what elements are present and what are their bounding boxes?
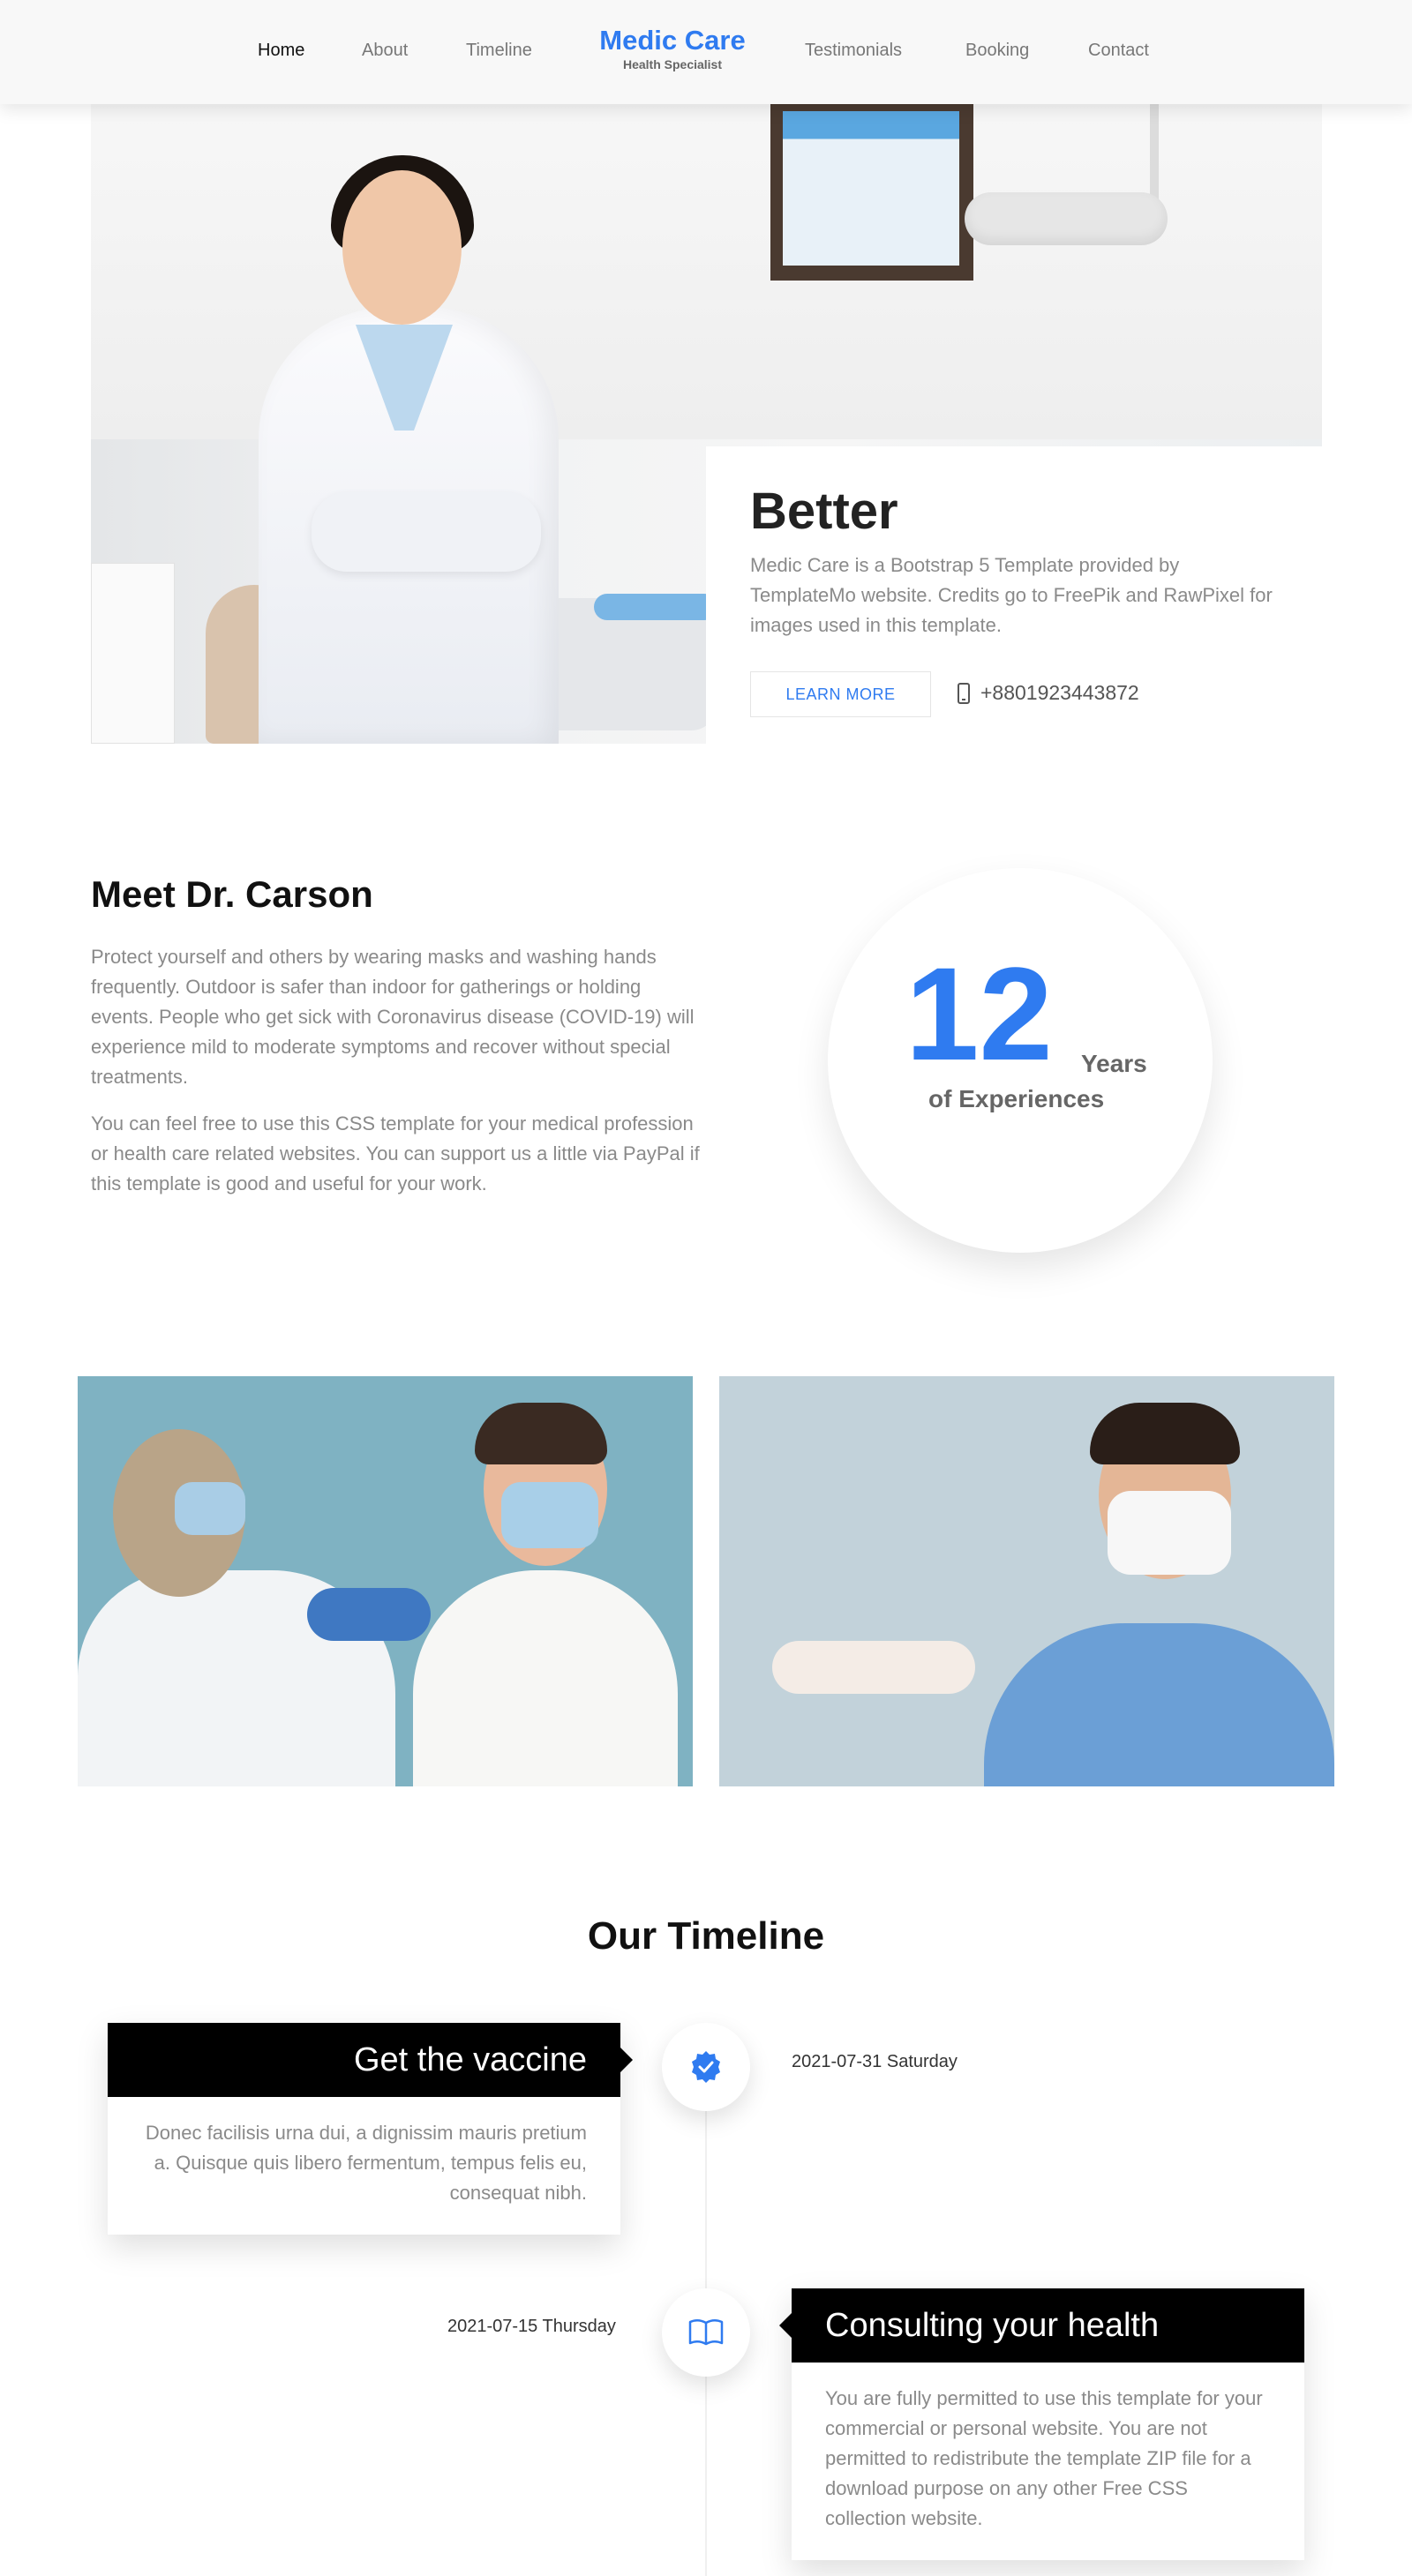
timeline-card-title: Consulting your health (779, 2288, 1304, 2363)
nav-link-testimonials[interactable]: Testimonials (805, 41, 902, 61)
nav-link-timeline[interactable]: Timeline (466, 41, 532, 61)
phone-number: +8801923443872 (980, 681, 1139, 704)
timeline-title: Our Timeline (587, 1914, 825, 1958)
timeline-card-text: Donec facilisis urna dui, a dignissim ma… (145, 2122, 587, 2204)
about-paragraph: Protect yourself and others by wearing m… (91, 946, 695, 1088)
learn-more-button[interactable]: LEARN MORE (750, 671, 931, 717)
navbar: Home About Timeline Medic Care Health Sp… (0, 0, 1412, 104)
timeline-card-text: You are fully permitted to use this temp… (825, 2387, 1263, 2529)
hero-card: Better Medic Care is a Bootstrap 5 Templ… (706, 446, 1322, 744)
about-paragraph: You can feel free to use this CSS templa… (91, 1112, 700, 1194)
phone-link[interactable]: +8801923443872 (958, 681, 1139, 705)
nav-link-about[interactable]: About (362, 41, 408, 61)
about-title: Meet Dr. Carson (91, 873, 373, 915)
nav-link-contact[interactable]: Contact (1088, 41, 1149, 61)
timeline-card: Get the vaccine Donec facilisis urna dui… (108, 2023, 633, 2235)
vaccination-photo (78, 1376, 693, 1786)
experience-label: of Experiences (928, 1085, 1105, 1112)
brand-name: Medic Care (599, 25, 746, 56)
nurse-photo (719, 1376, 1334, 1786)
nav-link-booking[interactable]: Booking (965, 41, 1029, 61)
timeline-date: 2021-07-31 Saturday (792, 2052, 958, 2071)
phone-icon (958, 682, 970, 704)
hero-description: Medic Care is a Bootstrap 5 Template pro… (750, 554, 1273, 636)
timeline-card-title: Get the vaccine (108, 2023, 633, 2097)
open-book-icon (662, 2288, 750, 2377)
brand-logo[interactable]: Medic Care Health Specialist (584, 25, 761, 72)
experience-number: 12 (905, 940, 1053, 1088)
brand-tagline: Health Specialist (622, 57, 723, 71)
experience-unit: Years (1081, 1050, 1147, 1077)
timeline-card: Consulting your health You are fully per… (779, 2288, 1304, 2560)
hero-title: Better (750, 483, 898, 540)
experience-badge: 12 Years of Experiences (828, 868, 1213, 1253)
verified-badge-icon (662, 2023, 750, 2111)
timeline-date: 2021-07-15 Thursday (447, 2317, 616, 2336)
nav-link-home[interactable]: Home (258, 41, 304, 61)
